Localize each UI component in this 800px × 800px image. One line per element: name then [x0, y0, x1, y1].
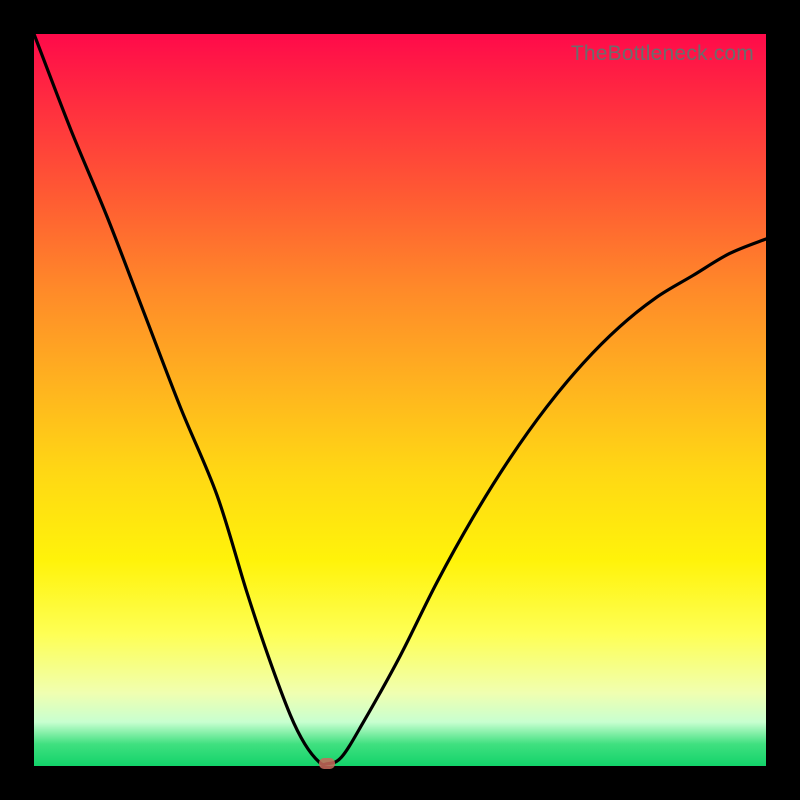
- bottleneck-curve: [34, 34, 766, 765]
- chart-frame: TheBottleneck.com: [0, 0, 800, 800]
- min-marker: [319, 758, 335, 769]
- plot-area: TheBottleneck.com: [34, 34, 766, 766]
- curve-svg: [34, 34, 766, 766]
